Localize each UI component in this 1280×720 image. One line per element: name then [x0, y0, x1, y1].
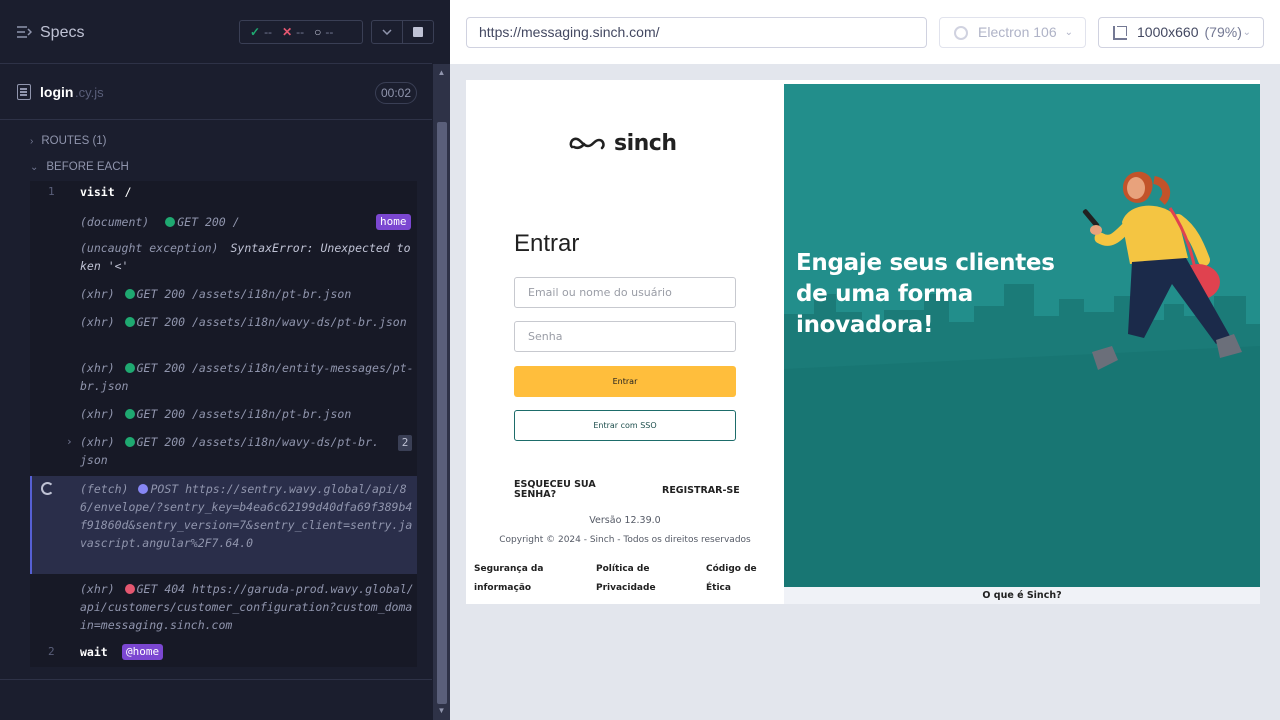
cypress-reporter: Specs ✓ -- ✕ -- ○ -- login .cy.js 00:02 › R… [0, 0, 450, 720]
footer-link-security[interactable]: Segurança da informação [474, 560, 554, 598]
command-visit[interactable]: 1 visit / [30, 183, 417, 203]
url-bar[interactable]: https://messaging.sinch.com/ [466, 17, 927, 48]
status-dot-red [124, 584, 135, 594]
sinch-logo: sinch [568, 130, 677, 156]
duration-badge: 00:02 [375, 82, 417, 104]
footer-link-ethics[interactable]: Código de Ética [706, 560, 766, 598]
password-input[interactable]: Senha [514, 321, 736, 352]
forgot-password-link[interactable]: ESQUECEU SUA SENHA? [514, 480, 604, 500]
command-number: 2 [48, 645, 55, 658]
aut-header: https://messaging.sinch.com/ Electron 10… [450, 0, 1280, 64]
woman-walking-illustration [1082, 171, 1242, 370]
command-name: wait [80, 645, 108, 659]
chevron-down-icon: ⌄ [1064, 27, 1073, 38]
specs-label[interactable]: Specs [40, 24, 84, 42]
what-is-sinch-link[interactable]: O que é Sinch? [784, 587, 1260, 604]
login-button[interactable]: Entrar [514, 366, 736, 397]
scrollbar-thumb[interactable] [437, 122, 447, 704]
status-dot-green [124, 437, 135, 447]
status-dot-green [124, 363, 135, 373]
sso-login-button[interactable]: Entrar com SSO [514, 410, 736, 441]
check-icon: ✓ [250, 25, 261, 39]
command-xhr-group[interactable]: › (xhr) GET 200 /assets/i18n/wavy-ds/pt-b… [30, 433, 417, 469]
electron-icon [954, 26, 968, 40]
command-document[interactable]: (document) GET 200 / home [30, 213, 417, 233]
hero-title: Engaje seus clientes de uma forma inovad… [796, 250, 1055, 338]
command-xhr[interactable]: (xhr) GET 200 /assets/i18n/pt-br.json [30, 405, 417, 425]
command-xhr[interactable]: (xhr) GET 200 /assets/i18n/entity-message… [30, 359, 417, 395]
stop-icon [413, 27, 423, 37]
viewport-selector[interactable]: 1000x660 (79%) ⌄ [1098, 17, 1264, 48]
reporter-header: Specs ✓ -- ✕ -- ○ -- [0, 0, 434, 64]
x-icon: ✕ [282, 25, 293, 39]
pending-stat: ○ -- [314, 25, 334, 39]
command-xhr[interactable]: (xhr) GET 200 /assets/i18n/wavy-ds/pt-br.… [30, 313, 417, 349]
pending-circle-icon: ○ [314, 25, 322, 39]
scroll-down-icon[interactable]: ▼ [436, 706, 447, 716]
hero-panel: Engaje seus clientes de uma forma inovad… [784, 84, 1260, 587]
command-fetch-pending[interactable]: (fetch) POST https://sentry.wavy.global/a… [30, 476, 417, 574]
command-xhr[interactable]: (xhr) GET 200 /assets/i18n/pt-br.json [30, 285, 417, 305]
ruler-icon [1113, 26, 1127, 40]
passed-stat: ✓ -- [250, 25, 273, 39]
alias-badge[interactable]: home [376, 214, 411, 230]
login-pane: sinch Entrar Email ou nome do usuário Se… [466, 80, 784, 604]
count-badge: 2 [398, 435, 412, 451]
collapse-all-button[interactable] [371, 20, 403, 44]
stats-bar: ✓ -- ✕ -- ○ -- [239, 20, 363, 44]
status-dot-green [124, 317, 135, 327]
sinch-logo-icon [569, 137, 605, 150]
chevron-down-icon: ⌄ [1242, 27, 1251, 38]
version-text: Versão 12.39.0 [589, 515, 661, 526]
copyright-text: Copyright © 2024 - Sinch - Todos os dire… [499, 535, 751, 545]
chevron-right-icon: › [30, 135, 34, 147]
chevron-down-icon [382, 29, 392, 35]
status-dot-green [124, 409, 135, 419]
chevron-down-icon: ⌄ [30, 161, 39, 173]
browser-selector[interactable]: Electron 106 ⌄ [939, 17, 1086, 48]
hook-routes[interactable]: › ROUTES (1) [30, 135, 107, 147]
login-title: Entrar [514, 230, 580, 257]
status-dot-green [124, 289, 135, 299]
status-dot-green [165, 217, 176, 227]
alias-badge[interactable]: @home [122, 644, 164, 660]
status-dot-purple [138, 484, 149, 494]
failed-stat: ✕ -- [282, 25, 305, 39]
command-log: 1 visit / (document) GET 200 / home (uncau… [30, 181, 417, 667]
email-input[interactable]: Email ou nome do usuário [514, 277, 736, 308]
document-icon [17, 84, 31, 100]
specs-list-icon[interactable] [16, 25, 32, 39]
command-uncaught-exception[interactable]: (uncaught exception) SyntaxError: Unexpec… [30, 239, 417, 275]
spec-file-name[interactable]: login [40, 84, 73, 100]
register-link[interactable]: REGISTRAR-SE [662, 485, 740, 496]
command-wait[interactable]: 2 wait @home [30, 643, 417, 663]
scroll-up-icon[interactable]: ▲ [436, 68, 447, 78]
footer-link-privacy[interactable]: Política de Privacidade [596, 560, 666, 598]
spinner-icon [41, 482, 54, 495]
spec-file-ext: .cy.js [75, 85, 104, 100]
spec-file-header: login .cy.js 00:02 [0, 65, 432, 120]
command-name: visit / [80, 185, 132, 199]
hook-before-each[interactable]: ⌄ BEFORE EACH [30, 161, 129, 173]
reporter-footer-divider [0, 679, 432, 680]
chevron-right-icon[interactable]: › [66, 433, 73, 451]
app-under-test-frame: sinch Entrar Email ou nome do usuário Se… [466, 80, 1260, 604]
command-number: 1 [48, 185, 55, 198]
command-xhr-404[interactable]: (xhr) GET 404 https://garuda-prod.wavy.gl… [30, 580, 417, 634]
stop-button[interactable] [402, 20, 434, 44]
